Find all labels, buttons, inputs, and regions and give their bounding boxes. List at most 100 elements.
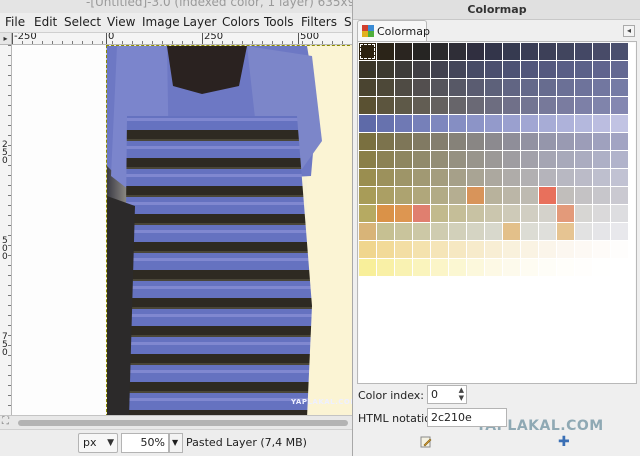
colormap-swatch[interactable] xyxy=(449,97,466,114)
colormap-swatch[interactable] xyxy=(395,169,412,186)
colormap-swatch[interactable] xyxy=(413,97,430,114)
colormap-swatch[interactable] xyxy=(521,187,538,204)
colormap-swatch[interactable] xyxy=(539,115,556,132)
colormap-swatch[interactable] xyxy=(395,133,412,150)
colormap-swatch[interactable] xyxy=(431,115,448,132)
colormap-swatch[interactable] xyxy=(575,205,592,222)
colormap-swatch[interactable] xyxy=(413,151,430,168)
colormap-swatch[interactable] xyxy=(611,259,628,276)
colormap-swatch[interactable] xyxy=(503,97,520,114)
colormap-swatch[interactable] xyxy=(503,151,520,168)
colormap-swatch[interactable] xyxy=(539,151,556,168)
colormap-swatch[interactable] xyxy=(485,241,502,258)
colormap-swatch[interactable] xyxy=(413,79,430,96)
colormap-swatch[interactable] xyxy=(593,133,610,150)
colormap-swatch[interactable] xyxy=(575,115,592,132)
colormap-swatch[interactable] xyxy=(539,187,556,204)
colormap-swatch[interactable] xyxy=(503,79,520,96)
menu-file[interactable]: File xyxy=(5,15,25,29)
colormap-swatch[interactable] xyxy=(521,61,538,78)
colormap-swatch[interactable] xyxy=(377,151,394,168)
colormap-swatch[interactable] xyxy=(359,169,376,186)
colormap-swatch[interactable] xyxy=(611,169,628,186)
colormap-swatch[interactable] xyxy=(359,79,376,96)
colormap-swatch[interactable] xyxy=(467,43,484,60)
colormap-swatch[interactable] xyxy=(449,169,466,186)
colormap-swatch[interactable] xyxy=(467,259,484,276)
add-color-button[interactable]: ✚ xyxy=(558,435,570,449)
colormap-swatch[interactable] xyxy=(611,79,628,96)
colormap-swatch[interactable] xyxy=(395,61,412,78)
colormap-swatch[interactable] xyxy=(467,79,484,96)
colormap-swatch[interactable] xyxy=(503,259,520,276)
colormap-swatch[interactable] xyxy=(467,205,484,222)
edit-color-button[interactable] xyxy=(420,436,432,448)
html-notation-input[interactable]: 2c210e xyxy=(427,408,507,427)
colormap-swatch[interactable] xyxy=(395,187,412,204)
quick-mask-toggle[interactable]: ▸ xyxy=(0,33,12,45)
colormap-swatch[interactable] xyxy=(359,61,376,78)
colormap-swatch[interactable] xyxy=(431,205,448,222)
colormap-swatch[interactable] xyxy=(611,43,628,60)
colormap-swatch[interactable] xyxy=(467,169,484,186)
colormap-swatch[interactable] xyxy=(611,97,628,114)
colormap-swatch[interactable] xyxy=(431,241,448,258)
colormap-swatch[interactable] xyxy=(485,133,502,150)
colormap-swatch[interactable] xyxy=(395,115,412,132)
colormap-swatch[interactable] xyxy=(395,205,412,222)
colormap-swatch[interactable] xyxy=(377,43,394,60)
colormap-swatch[interactable] xyxy=(449,115,466,132)
colormap-swatch[interactable] xyxy=(413,133,430,150)
colormap-swatch[interactable] xyxy=(377,187,394,204)
colormap-swatch[interactable] xyxy=(431,259,448,276)
colormap-swatch[interactable] xyxy=(485,259,502,276)
colormap-swatch[interactable] xyxy=(557,241,574,258)
menu-image[interactable]: Image xyxy=(142,15,180,29)
colormap-swatch[interactable] xyxy=(557,133,574,150)
colormap-swatch[interactable] xyxy=(449,205,466,222)
colormap-swatch[interactable] xyxy=(539,61,556,78)
colormap-swatch[interactable] xyxy=(521,151,538,168)
colormap-swatch[interactable] xyxy=(431,79,448,96)
colormap-swatch[interactable] xyxy=(359,259,376,276)
colormap-swatch[interactable] xyxy=(413,241,430,258)
colormap-swatch[interactable] xyxy=(413,223,430,240)
colormap-swatch[interactable] xyxy=(503,169,520,186)
colormap-swatch[interactable] xyxy=(593,223,610,240)
menu-tools[interactable]: Tools xyxy=(264,15,294,29)
colormap-swatch[interactable] xyxy=(503,223,520,240)
colormap-swatch[interactable] xyxy=(413,61,430,78)
horizontal-ruler[interactable]: -250 0 250 500 xyxy=(12,33,352,45)
colormap-swatch[interactable] xyxy=(449,43,466,60)
colormap-swatch[interactable] xyxy=(395,79,412,96)
colormap-swatch[interactable] xyxy=(485,151,502,168)
colormap-swatch[interactable] xyxy=(485,79,502,96)
colormap-swatch[interactable] xyxy=(611,187,628,204)
colormap-swatch[interactable] xyxy=(575,79,592,96)
navigate-icon[interactable]: ⛶ xyxy=(2,416,9,427)
colormap-swatch[interactable] xyxy=(521,259,538,276)
colormap-swatch[interactable] xyxy=(611,205,628,222)
colormap-swatch[interactable] xyxy=(377,223,394,240)
horizontal-scrollbar[interactable]: ⛶ xyxy=(0,415,352,429)
vertical-ruler[interactable]: 250 500 750 xyxy=(0,45,12,415)
colormap-swatch[interactable] xyxy=(359,187,376,204)
colormap-swatch[interactable] xyxy=(413,205,430,222)
colormap-swatch[interactable] xyxy=(377,259,394,276)
colormap-swatch[interactable] xyxy=(467,115,484,132)
colormap-swatch[interactable] xyxy=(431,187,448,204)
menu-edit[interactable]: Edit xyxy=(34,15,57,29)
colormap-swatch[interactable] xyxy=(359,115,376,132)
colormap-swatch[interactable] xyxy=(575,187,592,204)
colormap-swatch[interactable] xyxy=(377,97,394,114)
colormap-swatch[interactable] xyxy=(503,43,520,60)
colormap-swatch[interactable] xyxy=(539,205,556,222)
colormap-swatch[interactable] xyxy=(575,241,592,258)
colormap-swatch[interactable] xyxy=(593,259,610,276)
colormap-swatch[interactable] xyxy=(485,223,502,240)
colormap-swatch[interactable] xyxy=(413,187,430,204)
colormap-swatch[interactable] xyxy=(521,115,538,132)
colormap-swatch[interactable] xyxy=(557,169,574,186)
colormap-swatch[interactable] xyxy=(539,43,556,60)
menu-view[interactable]: View xyxy=(107,15,135,29)
